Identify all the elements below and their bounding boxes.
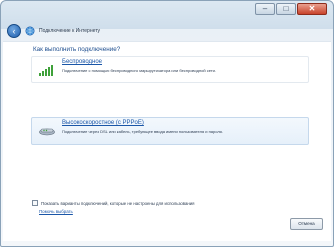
show-unconfigured-label[interactable]: Показать варианты подключений, которые н… — [41, 201, 195, 206]
back-arrow-icon[interactable]: ‹ — [7, 24, 21, 38]
option-broadband-description: Подключение через DSL или кабель, требую… — [62, 129, 223, 134]
wireless-signal-icon — [39, 65, 53, 76]
network-globe-icon — [25, 26, 35, 36]
option-broadband-pppoe[interactable]: Высокоскоростное (с PPPoE) Подключение ч… — [31, 117, 309, 145]
broadband-modem-icon — [39, 128, 55, 136]
close-button[interactable]: ✕ — [297, 3, 327, 15]
help-me-choose-link[interactable]: Помочь выбрать — [39, 209, 73, 214]
title-bar: – □ ✕ — [1, 1, 333, 23]
minimize-button[interactable]: – — [255, 3, 275, 15]
cancel-button[interactable]: Отмена — [290, 218, 323, 230]
window-controls: – □ ✕ — [255, 3, 327, 15]
option-wireless[interactable]: Беспроводное Подключение с помощью беспр… — [31, 56, 309, 83]
wizard-content: Как выполнить подключение? Беспроводное … — [3, 41, 331, 241]
navigation-bar: ‹ Подключение к Интернету — [7, 23, 100, 39]
window-title: Подключение к Интернету — [39, 28, 101, 34]
option-wireless-description: Подключение с помощью беспроводного марш… — [62, 68, 217, 73]
show-unconfigured-checkbox[interactable] — [32, 200, 38, 206]
page-question: Как выполнить подключение? — [33, 46, 121, 53]
option-wireless-title: Беспроводное — [62, 59, 103, 65]
connect-to-internet-window: – □ ✕ ‹ Подключение к Интернету Как выпо… — [0, 0, 334, 247]
option-broadband-title: Высокоскоростное (с PPPoE) — [62, 120, 144, 126]
maximize-button[interactable]: □ — [276, 3, 296, 15]
show-unconfigured-row: Показать варианты подключений, которые н… — [32, 200, 195, 206]
